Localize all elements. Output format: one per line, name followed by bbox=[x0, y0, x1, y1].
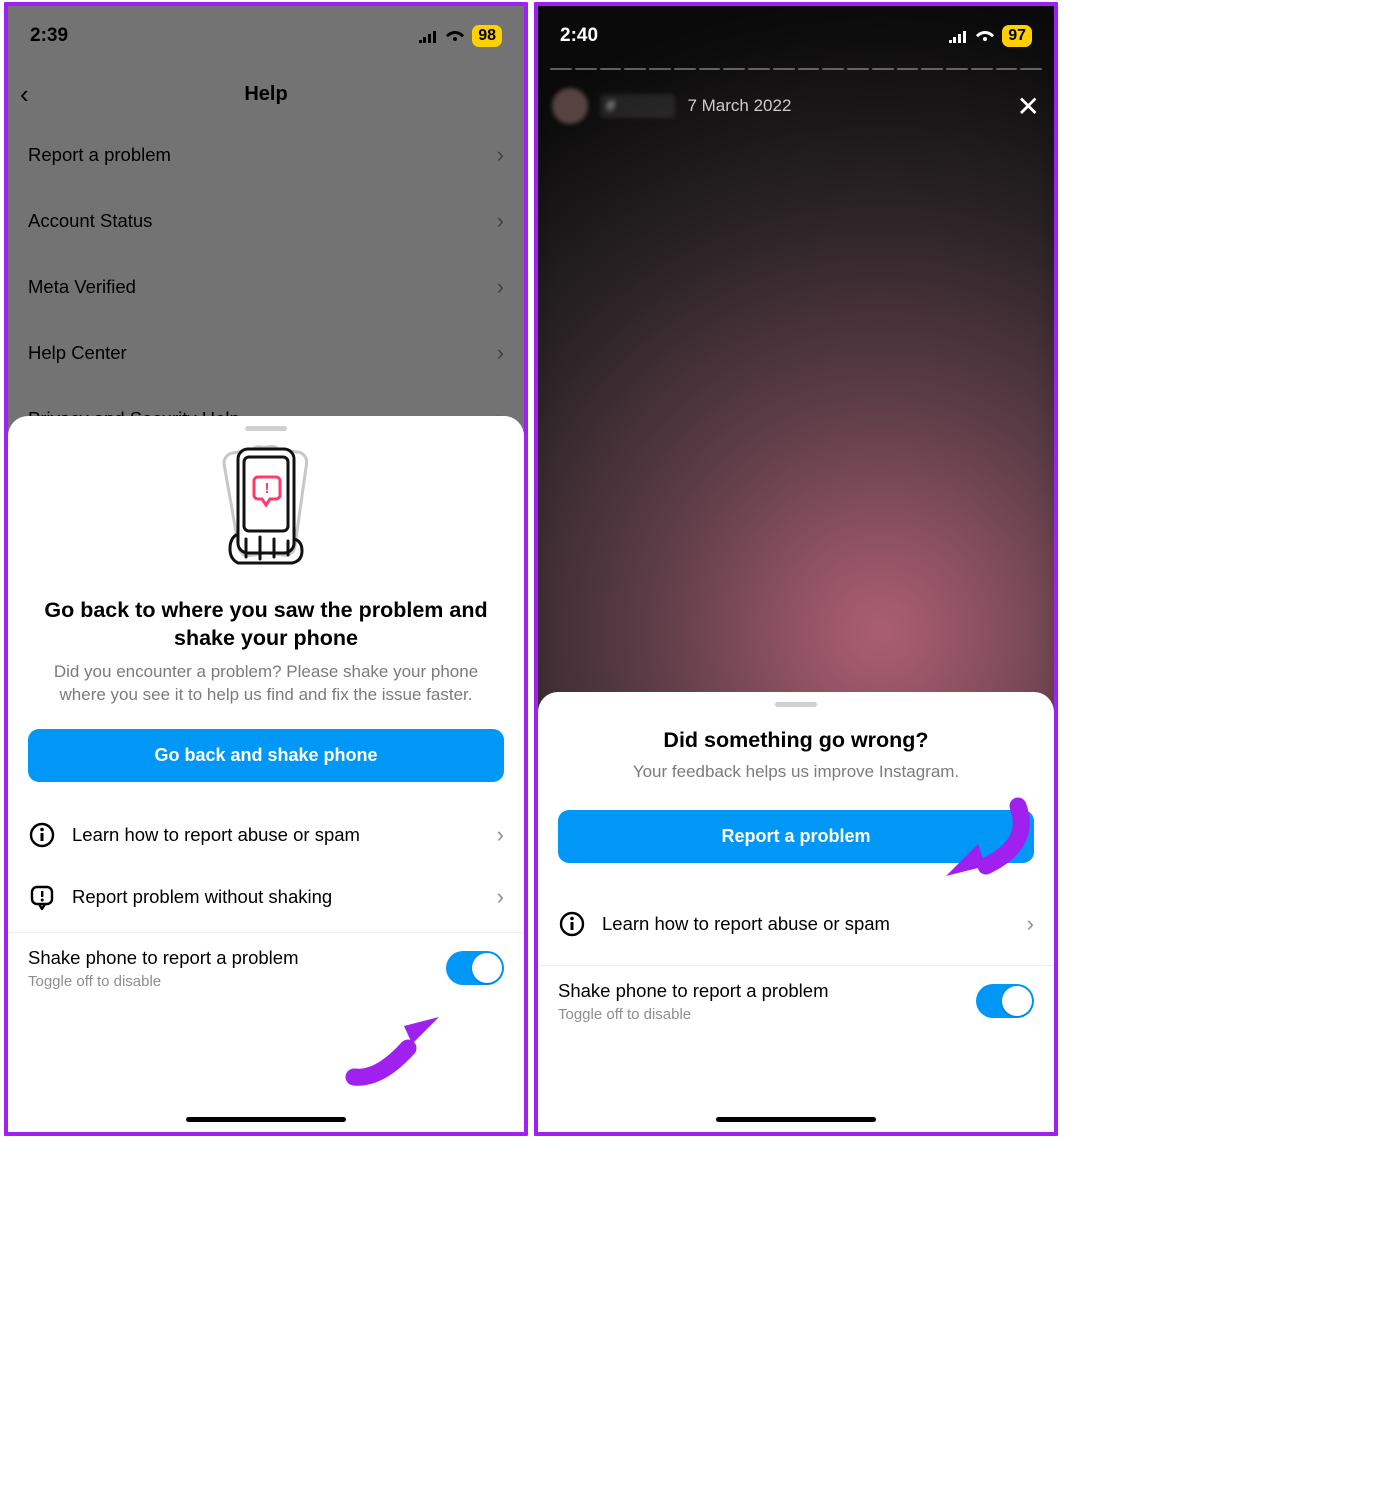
sheet-grabber[interactable] bbox=[245, 426, 287, 431]
avatar[interactable] bbox=[552, 88, 588, 124]
shake-toggle[interactable] bbox=[976, 984, 1034, 1018]
toggle-subtitle: Toggle off to disable bbox=[28, 973, 446, 990]
shake-toggle-row: Shake phone to report a problem Toggle o… bbox=[538, 966, 1054, 1031]
help-item-account-status[interactable]: Account Status› bbox=[8, 188, 524, 254]
sheet-subtitle: Your feedback helps us improve Instagram… bbox=[538, 755, 1054, 784]
toggle-subtitle: Toggle off to disable bbox=[558, 1006, 976, 1023]
help-item-meta-verified[interactable]: Meta Verified› bbox=[8, 254, 524, 320]
help-item-help-center[interactable]: Help Center› bbox=[8, 320, 524, 386]
svg-text:!: ! bbox=[265, 480, 270, 497]
chevron-right-icon: › bbox=[497, 208, 504, 234]
row-label: Report problem without shaking bbox=[72, 886, 481, 908]
go-back-shake-button[interactable]: Go back and shake phone bbox=[28, 729, 504, 782]
annotation-arrow bbox=[344, 1002, 464, 1097]
row-label: Learn how to report abuse or spam bbox=[602, 913, 1011, 935]
close-icon[interactable]: ✕ bbox=[1017, 90, 1040, 123]
chevron-right-icon: › bbox=[497, 340, 504, 366]
toggle-title: Shake phone to report a problem bbox=[28, 947, 446, 969]
wifi-icon bbox=[445, 29, 465, 43]
shake-toggle[interactable] bbox=[446, 951, 504, 985]
learn-abuse-row[interactable]: Learn how to report abuse or spam › bbox=[538, 893, 1054, 955]
chevron-right-icon: › bbox=[1027, 911, 1034, 937]
battery-badge: 97 bbox=[1002, 25, 1032, 47]
back-icon[interactable]: ‹ bbox=[20, 79, 29, 110]
report-icon bbox=[28, 884, 56, 910]
sheet-grabber[interactable] bbox=[775, 702, 817, 707]
toggle-title: Shake phone to report a problem bbox=[558, 980, 976, 1002]
shake-phone-illustration: ! bbox=[8, 439, 524, 579]
right-screenshot: 2:40 97 # 7 March 2022 ✕ Did something g… bbox=[534, 2, 1058, 1136]
info-icon bbox=[558, 911, 586, 937]
left-screenshot: 2:39 98 ‹ Help Report a problem› Account… bbox=[4, 2, 528, 1136]
sheet-title: Did something go wrong? bbox=[538, 723, 1054, 755]
row-label: Learn how to report abuse or spam bbox=[72, 824, 481, 846]
story-header: # 7 March 2022 ✕ bbox=[538, 88, 1054, 124]
report-without-shaking-row[interactable]: Report problem without shaking › bbox=[8, 866, 524, 928]
chevron-right-icon: › bbox=[497, 274, 504, 300]
status-time: 2:39 bbox=[30, 25, 68, 47]
status-bar: 2:39 98 bbox=[8, 6, 524, 66]
chevron-right-icon: › bbox=[497, 884, 504, 910]
wifi-icon bbox=[975, 29, 995, 43]
sheet-title: Go back to where you saw the problem and… bbox=[8, 597, 524, 653]
shake-toggle-row: Shake phone to report a problem Toggle o… bbox=[8, 933, 524, 998]
signal-icon bbox=[948, 29, 968, 43]
chevron-right-icon: › bbox=[497, 142, 504, 168]
learn-abuse-row[interactable]: Learn how to report abuse or spam › bbox=[8, 804, 524, 866]
status-time: 2:40 bbox=[560, 25, 598, 47]
sheet-subtitle: Did you encounter a problem? Please shak… bbox=[8, 653, 524, 707]
story-timestamp: 7 March 2022 bbox=[687, 96, 791, 116]
help-item-report[interactable]: Report a problem› bbox=[8, 122, 524, 188]
home-indicator[interactable] bbox=[186, 1117, 346, 1122]
battery-badge: 98 bbox=[472, 25, 502, 47]
status-bar: 2:40 97 bbox=[538, 6, 1054, 66]
home-indicator[interactable] bbox=[716, 1117, 876, 1122]
signal-icon bbox=[418, 29, 438, 43]
nav-bar: ‹ Help bbox=[8, 66, 524, 122]
bottom-sheet: Did something go wrong? Your feedback he… bbox=[538, 692, 1054, 1132]
annotation-arrow bbox=[932, 796, 1042, 901]
story-progress bbox=[550, 68, 1042, 71]
info-icon bbox=[28, 822, 56, 848]
story-username[interactable]: # bbox=[600, 94, 675, 118]
page-title: Help bbox=[244, 83, 287, 106]
chevron-right-icon: › bbox=[497, 822, 504, 848]
